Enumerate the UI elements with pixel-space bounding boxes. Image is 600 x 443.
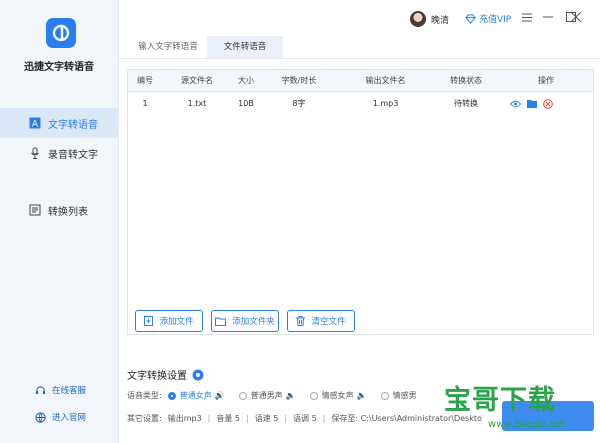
- voice-option-emotional-male[interactable]: 情感男: [380, 390, 417, 401]
- add-file-button[interactable]: 添加文件: [135, 310, 203, 332]
- gear-icon[interactable]: [192, 369, 204, 381]
- row-size: 10B: [238, 99, 254, 108]
- row-source: 1.txt: [187, 99, 207, 108]
- voice-option-female[interactable]: 普通女声 🔊: [167, 390, 225, 401]
- pitch-setting[interactable]: 语调 5: [293, 413, 317, 424]
- file-table: 编号 源文件名 大小 字数/时长 输出文件名 转换状态 操作 1 1.txt 1…: [127, 69, 594, 335]
- col-length: 字数/时长: [281, 76, 317, 85]
- other-settings-label: 其它设置:: [127, 414, 162, 423]
- voice-label: 情感男: [392, 391, 417, 400]
- add-folder-label: 添加文件夹: [232, 317, 275, 327]
- col-index: 编号: [137, 76, 153, 85]
- row-length: 8字: [292, 99, 306, 108]
- title-bar: 晚清 充值VIP: [119, 0, 600, 36]
- radio: [238, 391, 247, 400]
- microphone-icon: [28, 146, 42, 160]
- voice-label: 普通女声: [179, 391, 212, 400]
- radio-selected: [167, 391, 176, 400]
- avatar: [410, 11, 426, 27]
- output-format[interactable]: 输出mp3: [168, 413, 202, 424]
- tab-divider: [119, 58, 600, 59]
- preview-eye-icon[interactable]: [510, 100, 521, 108]
- row-output: 1.mp3: [372, 99, 399, 108]
- table-header: 编号 源文件名 大小 字数/时长 输出文件名 转换状态 操作: [128, 70, 593, 92]
- clear-files-button[interactable]: 清空文件: [287, 310, 355, 332]
- app-logo: [46, 18, 76, 48]
- voice-label: 情感女声: [321, 391, 354, 400]
- table-row[interactable]: 1 1.txt 10B 8字 1.mp3 待转换: [128, 93, 593, 114]
- volume-setting[interactable]: 音量 5: [216, 413, 240, 424]
- row-index: 1: [142, 99, 148, 108]
- vip-label: 充值VIP: [479, 15, 512, 25]
- online-support-label: 在线客服: [52, 386, 87, 396]
- tab-file-to-speech[interactable]: 文件转语音: [207, 36, 283, 58]
- col-source: 源文件名: [181, 76, 213, 85]
- voice-option-emotional-female[interactable]: 情感女声 🔉: [309, 390, 367, 401]
- voice-option-male[interactable]: 普通男声 🔉: [238, 390, 296, 401]
- list-icon: [28, 203, 42, 217]
- settings-title-text: 文字转换设置: [127, 371, 187, 382]
- sidebar-item-label: 转换列表: [48, 206, 88, 218]
- speaker-icon: 🔉: [285, 391, 296, 400]
- sidebar-item-convert-list[interactable]: 转换列表: [0, 195, 118, 225]
- row-actions: [510, 93, 560, 114]
- svg-text:A: A: [32, 120, 39, 130]
- diamond-icon: [465, 13, 476, 24]
- col-output: 输出文件名: [365, 76, 406, 85]
- voice-type-label: 语音类型:: [127, 391, 162, 400]
- col-actions: 操作: [538, 76, 554, 85]
- user-profile[interactable]: 晚清: [410, 11, 449, 27]
- sidebar-item-label: 录音转文字: [48, 149, 98, 161]
- mode-tabs: 输入文字转语音 文件转语音: [119, 36, 600, 58]
- sidebar-item-label: 文字转语音: [48, 119, 98, 131]
- speaker-icon: 🔊: [214, 391, 225, 400]
- minimize-icon[interactable]: [541, 10, 555, 24]
- watermark-url: www.baoge.net: [488, 419, 566, 430]
- col-size: 大小: [238, 76, 254, 85]
- headset-icon: [34, 384, 46, 396]
- row-status: 待转换: [454, 99, 478, 108]
- radio: [380, 391, 389, 400]
- speed-setting[interactable]: 语速 5: [255, 413, 279, 424]
- delete-icon[interactable]: [543, 98, 553, 109]
- official-site-link[interactable]: 进入官网: [0, 406, 118, 428]
- add-folder-button[interactable]: 添加文件夹: [211, 310, 279, 332]
- vip-button[interactable]: 充值VIP: [465, 12, 511, 25]
- tab-input-text[interactable]: 输入文字转语音: [127, 36, 209, 58]
- clear-files-label: 清空文件: [311, 317, 346, 327]
- sidebar-item-text-to-speech[interactable]: A 文字转语音: [0, 108, 118, 138]
- voice-label: 普通男声: [250, 391, 283, 400]
- col-status: 转换状态: [450, 76, 482, 85]
- globe-icon: [34, 411, 46, 423]
- menu-icon[interactable]: [520, 10, 534, 24]
- voice-type-row: 语音类型: 普通女声 🔊 普通男声 🔉 情感女声 🔉 情感男: [127, 390, 431, 401]
- open-folder-icon[interactable]: [527, 99, 537, 108]
- other-settings-row: 其它设置: 输出mp3 | 音量 5 | 语速 5 | 语调 5 | 保存至: C:\U…: [127, 413, 482, 424]
- official-site-label: 进入官网: [52, 413, 87, 423]
- add-file-label: 添加文件: [159, 317, 194, 327]
- trash-icon: [296, 316, 306, 326]
- sidebar-item-speech-to-text[interactable]: 录音转文字: [0, 138, 118, 168]
- speaker-icon: 🔉: [356, 391, 367, 400]
- watermark-logo: 宝哥下载: [444, 385, 556, 416]
- sidebar: 迅捷文字转语音 A 文字转语音 录音转文字 转换列表 在线客服 进入官网: [0, 0, 119, 443]
- radio: [309, 391, 318, 400]
- app-name: 迅捷文字转语音: [24, 62, 94, 73]
- user-name: 晚清: [431, 15, 450, 26]
- settings-title: 文字转换设置: [127, 367, 204, 382]
- add-file-icon: [144, 316, 154, 326]
- text-to-speech-icon: A: [28, 116, 42, 130]
- add-folder-icon: [215, 317, 227, 326]
- close-icon[interactable]: [569, 10, 583, 24]
- online-support-link[interactable]: 在线客服: [0, 379, 118, 401]
